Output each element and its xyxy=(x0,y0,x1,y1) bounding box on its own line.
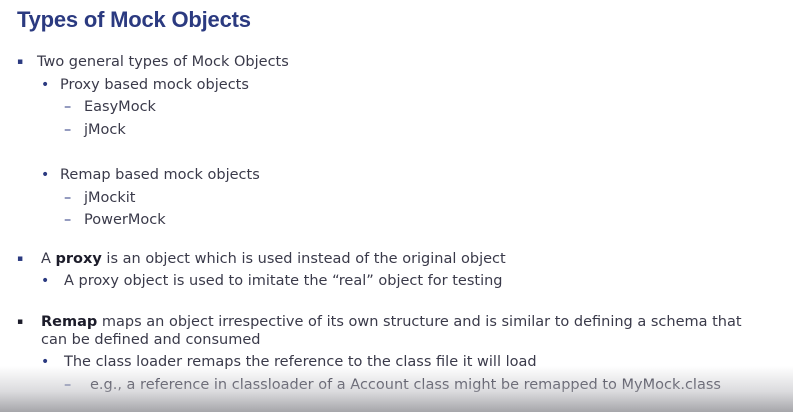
dot-bullet-icon: • xyxy=(41,273,50,289)
dot-bullet-icon: • xyxy=(41,167,50,183)
item-jmockit: jMockit xyxy=(84,190,136,206)
item-jmock: jMock xyxy=(84,122,126,138)
bullet-proxy-based: Proxy based mock objects xyxy=(60,77,249,93)
bullet-remap-definition: Remap maps an object irrespective of its… xyxy=(41,313,742,331)
proxy-term: proxy xyxy=(55,251,102,267)
item-eg-classloader: e.g., a reference in classloader of a Ac… xyxy=(90,377,721,393)
bullet-remap-based: Remap based mock objects xyxy=(60,167,260,183)
bullet-proxy-imitate: A proxy object is used to imitate the “r… xyxy=(64,273,503,289)
bullet-proxy-definition: A proxy is an object which is used inste… xyxy=(41,250,506,268)
dash-bullet-icon: – xyxy=(64,377,72,393)
item-powermock: PowerMock xyxy=(84,212,166,228)
dot-bullet-icon: • xyxy=(41,354,50,370)
remap-post: maps an object irrespective of its own s… xyxy=(97,314,742,330)
square-bullet-icon: ▪ xyxy=(17,254,24,264)
dash-bullet-icon: – xyxy=(64,122,72,138)
bullet-remap-continuation: can be defined and consumed xyxy=(41,332,261,348)
square-bullet-icon: ▪ xyxy=(17,57,24,67)
dash-bullet-icon: – xyxy=(64,190,72,206)
dot-bullet-icon: • xyxy=(41,77,50,93)
dash-bullet-icon: – xyxy=(64,99,72,115)
square-bullet-icon: ▪ xyxy=(17,317,24,327)
remap-term: Remap xyxy=(41,314,98,330)
dash-bullet-icon: – xyxy=(64,212,72,228)
proxy-post: is an object which is used instead of th… xyxy=(101,251,506,267)
slide: Types of Mock Objects ▪ Two general type… xyxy=(0,0,793,412)
item-easymock: EasyMock xyxy=(84,99,156,115)
slide-title: Types of Mock Objects xyxy=(17,7,251,32)
bullet-class-loader: The class loader remaps the reference to… xyxy=(64,354,537,370)
proxy-pre: A xyxy=(41,251,56,267)
bullet-two-general-types: Two general types of Mock Objects xyxy=(37,54,289,70)
